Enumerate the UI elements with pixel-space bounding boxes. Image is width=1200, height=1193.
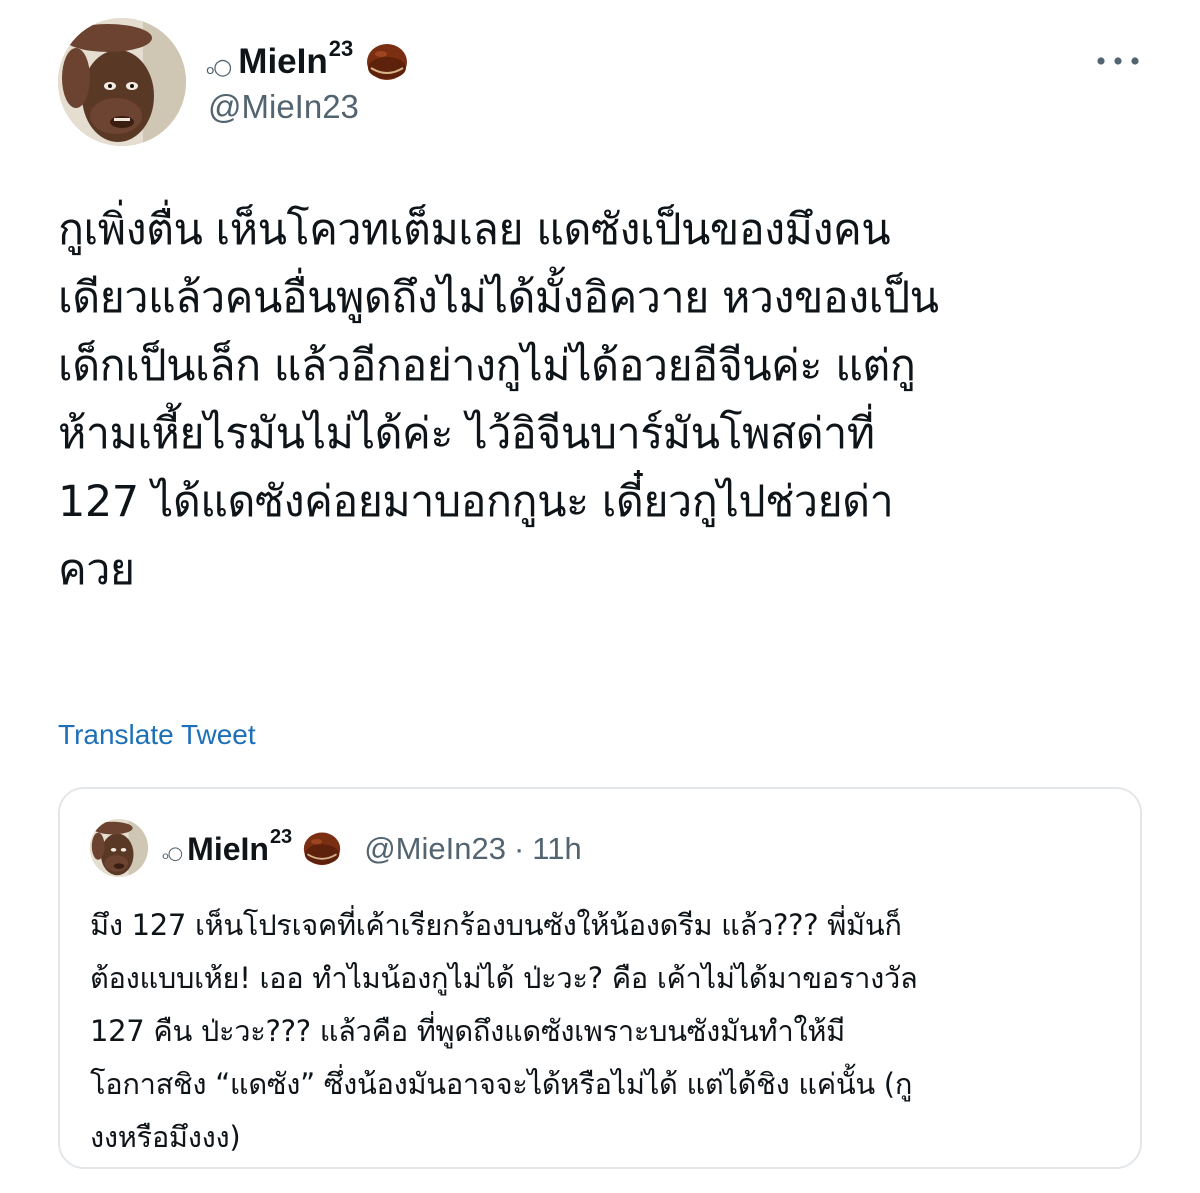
author-name-row[interactable]: ₒ○ MieIn 23 — [206, 36, 409, 86]
author-display-name[interactable]: MieIn — [238, 42, 327, 82]
quoted-author-handle[interactable]: @MieIn23 — [364, 831, 506, 867]
quoted-name-prefix: ₒ○ — [162, 842, 183, 864]
chestnut-icon — [365, 38, 409, 86]
quoted-author-display-name[interactable]: MieIn — [187, 831, 269, 868]
more-options-button[interactable] — [1090, 46, 1146, 76]
author-handle[interactable]: @MieIn23 — [208, 88, 359, 126]
more-horizontal-icon — [1097, 57, 1139, 65]
quoted-author-avatar[interactable] — [90, 819, 148, 877]
quoted-timestamp[interactable]: 11h — [532, 831, 581, 867]
name-prefix: ₒ○ — [206, 54, 232, 80]
dot-separator: · — [513, 831, 525, 866]
author-avatar[interactable] — [58, 18, 186, 146]
quoted-tweet-text: มึง 127 เห็นโปรเจคที่เค้าเรียกร้องบนซังใ… — [90, 908, 918, 1154]
quoted-author-display-name-sup: 23 — [269, 825, 293, 848]
tweet: ₒ○ MieIn 23 @MieIn23 กูเพิ่งตื่น เห็นโคว… — [0, 0, 1200, 1193]
quoted-tweet-card[interactable]: ₒ○ MieIn 23 @MieIn23 · 11h มึง 127 เห็นโ… — [58, 787, 1142, 1169]
author-display-name-sup: 23 — [328, 36, 354, 61]
tweet-text: กูเพิ่งตื่น เห็นโควทเต็มเลย แดซังเป็นของ… — [58, 205, 939, 595]
translate-tweet-link[interactable]: Translate Tweet — [58, 719, 256, 751]
chestnut-icon — [302, 827, 342, 871]
quoted-author-row[interactable]: ₒ○ MieIn 23 @MieIn23 · 11h — [162, 825, 582, 871]
